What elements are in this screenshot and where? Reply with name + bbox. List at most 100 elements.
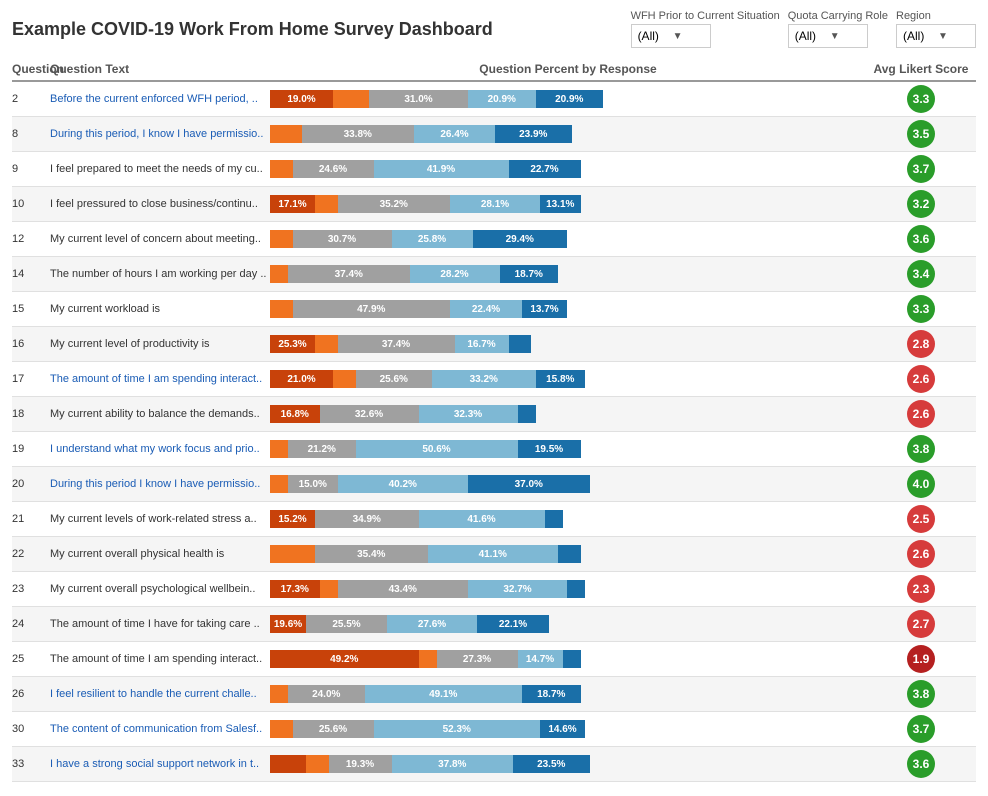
cell-score: 3.5 bbox=[866, 120, 976, 148]
bar-segment-3: 20.9% bbox=[468, 90, 536, 108]
bar-container: 21.0%25.6%33.2%15.8% bbox=[270, 370, 866, 388]
bar-segment-3: 25.8% bbox=[392, 230, 473, 248]
bar-container: 19.3%37.8%23.5% bbox=[270, 755, 866, 773]
cell-score: 3.2 bbox=[866, 190, 976, 218]
bar-segment-4: 18.7% bbox=[500, 265, 559, 283]
score-circle: 4.0 bbox=[907, 470, 935, 498]
bar-segment-2: 24.6% bbox=[293, 160, 374, 178]
bar-segment-1 bbox=[270, 685, 288, 703]
cell-question-text: During this period I know I have permiss… bbox=[50, 478, 270, 490]
score-circle: 3.5 bbox=[907, 120, 935, 148]
cell-chart: 30.7%25.8%29.4% bbox=[270, 229, 866, 249]
cell-score: 2.7 bbox=[866, 610, 976, 638]
bar-segment-2: 34.9% bbox=[315, 510, 419, 528]
bar-segment-4: 22.1% bbox=[477, 615, 549, 633]
quota-filter-select[interactable]: (All)▼ bbox=[788, 24, 868, 48]
bar-segment-2: 24.0% bbox=[288, 685, 365, 703]
table-row: 15My current workload is47.9%22.4%13.7%3… bbox=[12, 292, 976, 327]
table-row: 20During this period I know I have permi… bbox=[12, 467, 976, 502]
cell-chart: 47.9%22.4%13.7% bbox=[270, 299, 866, 319]
bar-container: 33.8%26.4%23.9% bbox=[270, 125, 866, 143]
table-body: 2Before the current enforced WFH period,… bbox=[12, 82, 976, 782]
bar-segment-4: 19.5% bbox=[518, 440, 581, 458]
cell-question-text: During this period, I know I have permis… bbox=[50, 128, 270, 140]
score-circle: 3.6 bbox=[907, 225, 935, 253]
bar-segment-2: 35.2% bbox=[338, 195, 451, 213]
col-header-question-text: Question Text bbox=[50, 62, 270, 76]
cell-chart: 33.8%26.4%23.9% bbox=[270, 124, 866, 144]
table-row: 14The number of hours I am working per d… bbox=[12, 257, 976, 292]
region-filter-select[interactable]: (All)▼ bbox=[896, 24, 976, 48]
bar-segment-4: 29.4% bbox=[473, 230, 568, 248]
cell-score: 3.8 bbox=[866, 435, 976, 463]
cell-question-number: 8 bbox=[12, 128, 50, 140]
bar-container: 17.1%35.2%28.1%13.1% bbox=[270, 195, 866, 213]
cell-score: 2.6 bbox=[866, 400, 976, 428]
cell-chart: 17.1%35.2%28.1%13.1% bbox=[270, 194, 866, 214]
bar-segment-2: 37.4% bbox=[338, 335, 455, 353]
table-row: 22My current overall physical health is3… bbox=[12, 537, 976, 572]
table-row: 12My current level of concern about meet… bbox=[12, 222, 976, 257]
table-row: 24The amount of time I have for taking c… bbox=[12, 607, 976, 642]
cell-question-number: 12 bbox=[12, 233, 50, 245]
cell-question-text: My current level of productivity is bbox=[50, 338, 270, 350]
bar-segment-0: 15.2% bbox=[270, 510, 315, 528]
bar-container: 30.7%25.8%29.4% bbox=[270, 230, 866, 248]
table-header: Question Question Text Question Percent … bbox=[12, 58, 976, 82]
cell-score: 3.6 bbox=[866, 750, 976, 778]
bar-container: 49.2%27.3%14.7% bbox=[270, 650, 866, 668]
cell-question-number: 19 bbox=[12, 443, 50, 455]
col-header-chart: Question Percent by Response bbox=[270, 62, 866, 76]
bar-segment-3: 40.2% bbox=[338, 475, 469, 493]
chevron-down-icon: ▼ bbox=[673, 31, 704, 42]
cell-question-number: 10 bbox=[12, 198, 50, 210]
cell-chart: 35.4%41.1% bbox=[270, 544, 866, 564]
bar-segment-3: 32.3% bbox=[419, 405, 518, 423]
cell-chart: 15.0%40.2%37.0% bbox=[270, 474, 866, 494]
table-row: 26I feel resilient to handle the current… bbox=[12, 677, 976, 712]
cell-question-number: 25 bbox=[12, 653, 50, 665]
cell-question-text: The content of communication from Salesf… bbox=[50, 723, 270, 735]
cell-score: 3.6 bbox=[866, 225, 976, 253]
cell-question-text: My current overall psychological wellbei… bbox=[50, 583, 270, 595]
bar-segment-1 bbox=[270, 475, 288, 493]
bar-segment-0: 16.8% bbox=[270, 405, 320, 423]
table-row: 17The amount of time I am spending inter… bbox=[12, 362, 976, 397]
cell-question-text: The amount of time I am spending interac… bbox=[50, 373, 270, 385]
score-circle: 2.8 bbox=[907, 330, 935, 358]
wfh-filter-select[interactable]: (All)▼ bbox=[631, 24, 711, 48]
bar-segment-3: 41.9% bbox=[374, 160, 509, 178]
bar-segment-3: 41.6% bbox=[419, 510, 545, 528]
cell-score: 2.8 bbox=[866, 330, 976, 358]
bar-container: 15.2%34.9%41.6% bbox=[270, 510, 866, 528]
cell-chart: 24.6%41.9%22.7% bbox=[270, 159, 866, 179]
filter-group-0: WFH Prior to Current Situation(All)▼ bbox=[631, 10, 780, 48]
bar-segment-3: 14.7% bbox=[518, 650, 563, 668]
table-row: 33I have a strong social support network… bbox=[12, 747, 976, 782]
bar-segment-1 bbox=[333, 370, 356, 388]
cell-question-text: My current level of concern about meetin… bbox=[50, 233, 270, 245]
cell-question-text: I feel resilient to handle the current c… bbox=[50, 688, 270, 700]
bar-segment-1 bbox=[320, 580, 338, 598]
score-circle: 2.6 bbox=[907, 540, 935, 568]
cell-question-number: 24 bbox=[12, 618, 50, 630]
bar-segment-3: 16.7% bbox=[455, 335, 509, 353]
col-header-score: Avg Likert Score bbox=[866, 62, 976, 76]
bar-segment-4: 20.9% bbox=[536, 90, 604, 108]
bar-container: 25.3%37.4%16.7% bbox=[270, 335, 866, 353]
cell-score: 2.3 bbox=[866, 575, 976, 603]
cell-question-number: 17 bbox=[12, 373, 50, 385]
bar-segment-3: 28.1% bbox=[450, 195, 540, 213]
cell-score: 2.5 bbox=[866, 505, 976, 533]
bar-container: 47.9%22.4%13.7% bbox=[270, 300, 866, 318]
bar-segment-4: 23.9% bbox=[495, 125, 572, 143]
bar-container: 15.0%40.2%37.0% bbox=[270, 475, 866, 493]
score-circle: 3.8 bbox=[907, 435, 935, 463]
cell-score: 4.0 bbox=[866, 470, 976, 498]
score-circle: 3.2 bbox=[907, 190, 935, 218]
bar-segment-4 bbox=[558, 545, 581, 563]
score-circle: 3.8 bbox=[907, 680, 935, 708]
bar-segment-1 bbox=[270, 265, 288, 283]
cell-question-text: My current levels of work-related stress… bbox=[50, 513, 270, 525]
bar-segment-2: 21.2% bbox=[288, 440, 356, 458]
